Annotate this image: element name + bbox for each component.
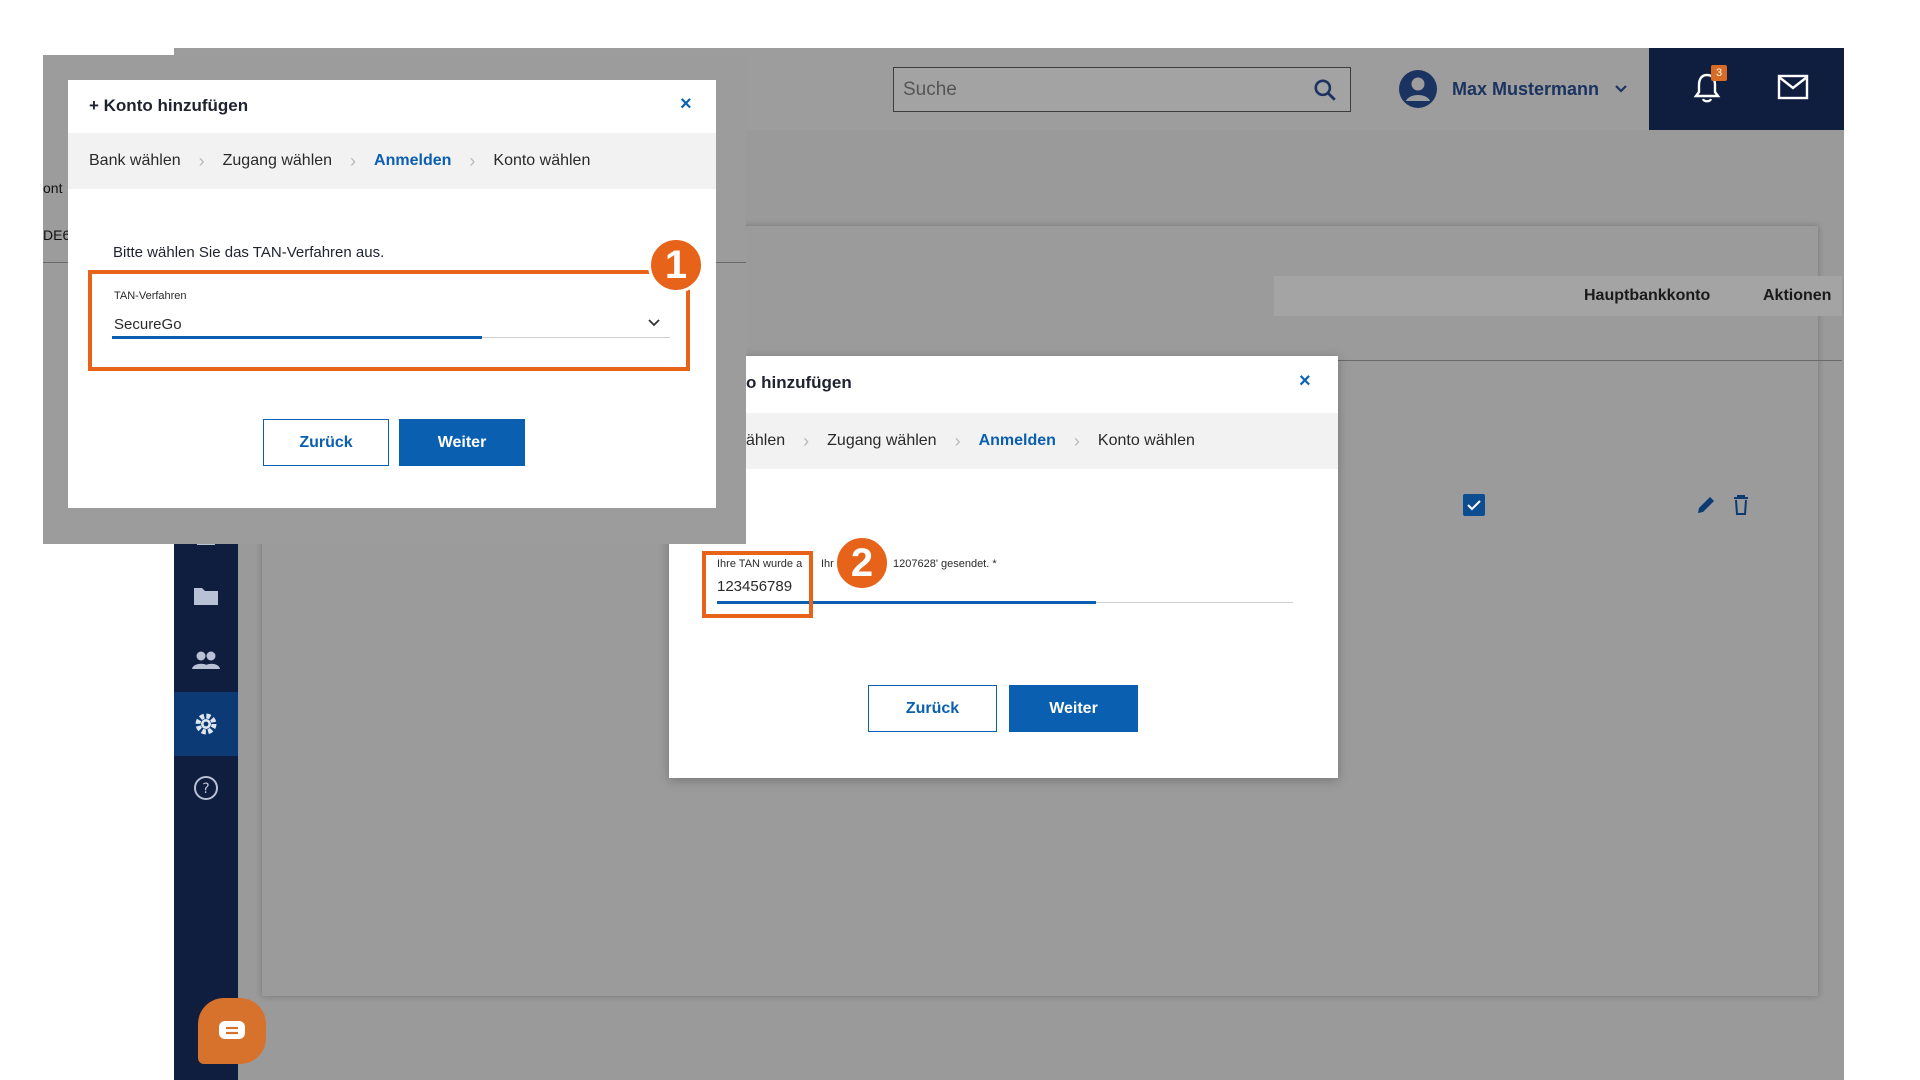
nav-item-help[interactable]: ?	[174, 756, 238, 820]
check-icon	[1467, 500, 1481, 511]
table-row-divider	[1274, 360, 1842, 361]
header-icon-area	[1649, 48, 1844, 130]
chat-icon	[219, 1021, 245, 1039]
mail-icon[interactable]	[1777, 74, 1809, 100]
nav-item-settings[interactable]	[174, 692, 238, 756]
callout-1: 1	[648, 237, 704, 293]
edit-icon[interactable]	[1695, 494, 1717, 516]
svg-text:?: ?	[202, 781, 209, 797]
nav-item-users[interactable]	[174, 628, 238, 692]
help-icon: ?	[194, 776, 218, 800]
user-name: Max Mustermann	[1452, 78, 1600, 99]
delete-icon[interactable]	[1732, 494, 1750, 516]
step-bank[interactable]: Bank wählen	[89, 152, 181, 170]
avatar-icon	[1399, 70, 1437, 108]
column-header-main-account: Hauptbankkonto	[1584, 287, 1711, 304]
users-icon	[192, 651, 220, 669]
chevron-right-icon: ›	[954, 430, 961, 451]
close-icon[interactable]: ×	[680, 93, 692, 116]
step-bank[interactable]: ählen	[746, 432, 785, 450]
chat-button[interactable]	[198, 998, 266, 1064]
stepper: Bank wählen › Zugang wählen › Anmelden ›…	[68, 133, 716, 189]
gear-icon	[195, 713, 217, 735]
main-account-checkbox[interactable]	[1463, 494, 1485, 516]
close-icon[interactable]: ×	[1299, 370, 1311, 393]
user-menu[interactable]: Max Mustermann	[1398, 66, 1629, 112]
back-button[interactable]: Zurück	[868, 685, 997, 732]
stepper: ählen › Zugang wählen › Anmelden › Konto…	[669, 413, 1338, 469]
notification-badge: 3	[1711, 65, 1727, 81]
callout-2: 2	[834, 535, 890, 591]
instruction-text: Bitte wählen Sie das TAN-Verfahren aus.	[113, 244, 385, 261]
partial-label-1: ont	[43, 180, 63, 196]
chevron-right-icon: ›	[803, 430, 810, 451]
chevron-right-icon: ›	[198, 150, 205, 171]
step-login[interactable]: Anmelden	[374, 152, 451, 170]
column-header-actions: Aktionen	[1763, 287, 1832, 304]
highlight-box-tan-method	[88, 270, 690, 371]
folder-icon	[194, 588, 218, 605]
highlight-box-tan	[702, 551, 813, 618]
table-header: Hauptbankkonto Aktionen	[1274, 276, 1842, 316]
tan-field-label-mid: Ihr	[821, 558, 834, 570]
chevron-right-icon: ›	[469, 150, 476, 171]
next-button[interactable]: Weiter	[1009, 685, 1138, 732]
chevron-right-icon: ›	[350, 150, 357, 171]
search-placeholder: Suche	[903, 79, 957, 100]
tan-field-label-right: 1207628' gesendet. *	[893, 558, 997, 570]
step-access[interactable]: Zugang wählen	[827, 432, 936, 450]
step-account[interactable]: Konto wählen	[1098, 432, 1195, 450]
search-icon[interactable]	[1312, 77, 1338, 103]
dialog-title: + Konto hinzufügen	[89, 96, 249, 115]
step-access[interactable]: Zugang wählen	[223, 152, 332, 170]
chevron-right-icon: ›	[1073, 430, 1080, 451]
chevron-down-icon	[1615, 85, 1627, 93]
nav-item-folder[interactable]	[174, 564, 238, 628]
dialog-title: o hinzufügen	[746, 373, 852, 392]
back-button[interactable]: Zurück	[263, 419, 389, 466]
next-button[interactable]: Weiter	[399, 419, 525, 466]
search-input[interactable]: Suche	[893, 67, 1351, 112]
step-account[interactable]: Konto wählen	[493, 152, 590, 170]
step-login[interactable]: Anmelden	[979, 432, 1056, 450]
